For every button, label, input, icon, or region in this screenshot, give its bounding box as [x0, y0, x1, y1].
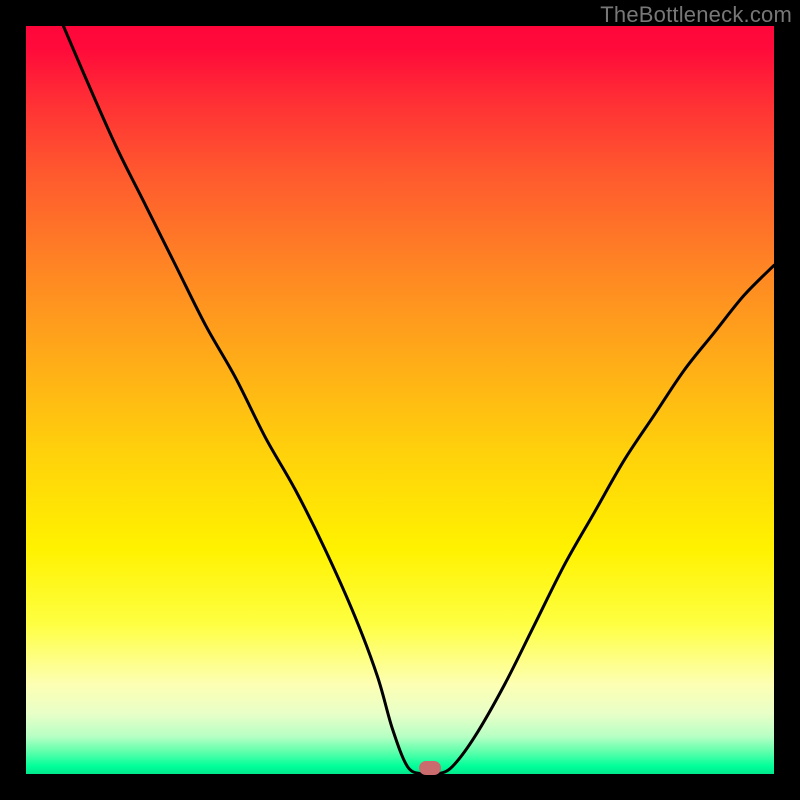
watermark-text: TheBottleneck.com — [600, 2, 792, 28]
bottleneck-marker — [419, 761, 441, 775]
bottleneck-curve — [26, 26, 774, 774]
